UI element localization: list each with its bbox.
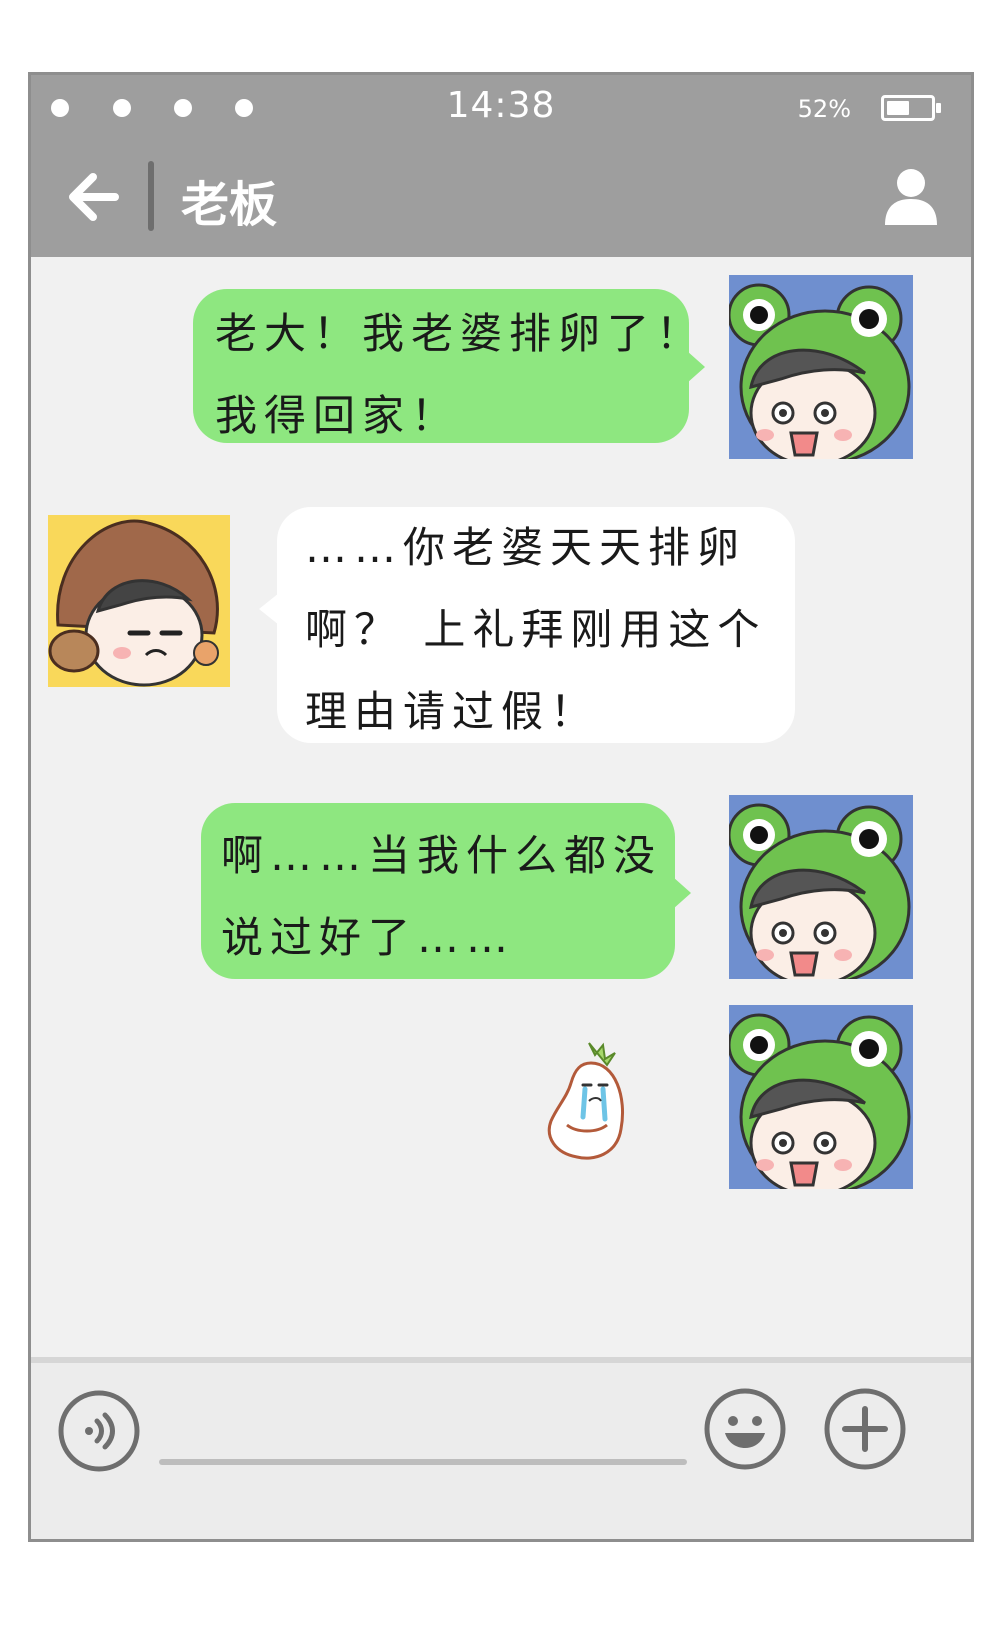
more-button[interactable] [823, 1387, 907, 1471]
my-avatar-frog[interactable] [727, 275, 913, 467]
frog-avatar-icon [727, 275, 913, 467]
profile-button[interactable] [883, 165, 939, 227]
bubble-tail [259, 593, 279, 625]
smiley-icon [704, 1388, 786, 1470]
message-text-line: 啊……当我什么都没 [221, 831, 663, 880]
chat-header: 老板 [31, 137, 971, 257]
message-bubble-sent[interactable]: 老大！我老婆排卵了！ 我得回家！ [193, 289, 706, 443]
message-bubble-received[interactable]: ……你老婆天天排卵 啊？ 上礼拜刚用这个 理由请过假！ [259, 507, 795, 743]
header-divider [148, 161, 154, 231]
bubble-tail [687, 351, 705, 383]
voice-button[interactable] [57, 1389, 141, 1473]
person-icon [885, 169, 937, 225]
message-text-line: 理由请过假！ [305, 687, 600, 736]
chestnut-avatar-icon [48, 515, 230, 687]
frog-avatar-icon [727, 795, 913, 987]
phone-frame: 14:38 52% 老板 老大！我老婆排卵了！ 我得回家！ ……你老婆天天排卵 … [28, 72, 974, 1542]
message-input[interactable] [159, 1459, 687, 1465]
chat-title: 老板 [181, 177, 278, 233]
message-bubble-sent[interactable]: 啊……当我什么都没 说过好了…… [201, 803, 691, 979]
boss-avatar-chestnut[interactable] [48, 515, 230, 687]
input-bar [31, 1357, 971, 1539]
my-avatar-frog[interactable] [727, 795, 913, 987]
crying-radish-sticker [547, 1042, 624, 1160]
battery-fill [887, 101, 909, 115]
frog-avatar-icon [727, 1005, 913, 1197]
message-text-line: 老大！我老婆排卵了！ [215, 309, 706, 358]
message-list[interactable]: 老大！我老婆排卵了！ 我得回家！ ……你老婆天天排卵 啊？ 上礼拜刚用这个 理由… [31, 257, 971, 1357]
message-text-line: ……你老婆天天排卵 [305, 523, 747, 572]
message-text-line: 说过好了…… [221, 913, 516, 962]
arrow-left-icon [69, 173, 119, 221]
emoji-button[interactable] [703, 1387, 787, 1471]
battery-icon [881, 95, 941, 121]
bubble-tail [673, 877, 691, 909]
battery-percent: 52% [797, 95, 851, 123]
message-text-line: 我得回家！ [215, 391, 461, 440]
status-bar: 14:38 52% [31, 75, 971, 137]
message-text-line: 啊？ 上礼拜刚用这个 [305, 605, 767, 654]
plus-icon [824, 1388, 906, 1470]
back-button[interactable] [65, 171, 121, 223]
my-avatar-frog[interactable] [727, 1005, 913, 1197]
voice-icon [58, 1390, 140, 1472]
sticker-message[interactable] [537, 1037, 637, 1167]
